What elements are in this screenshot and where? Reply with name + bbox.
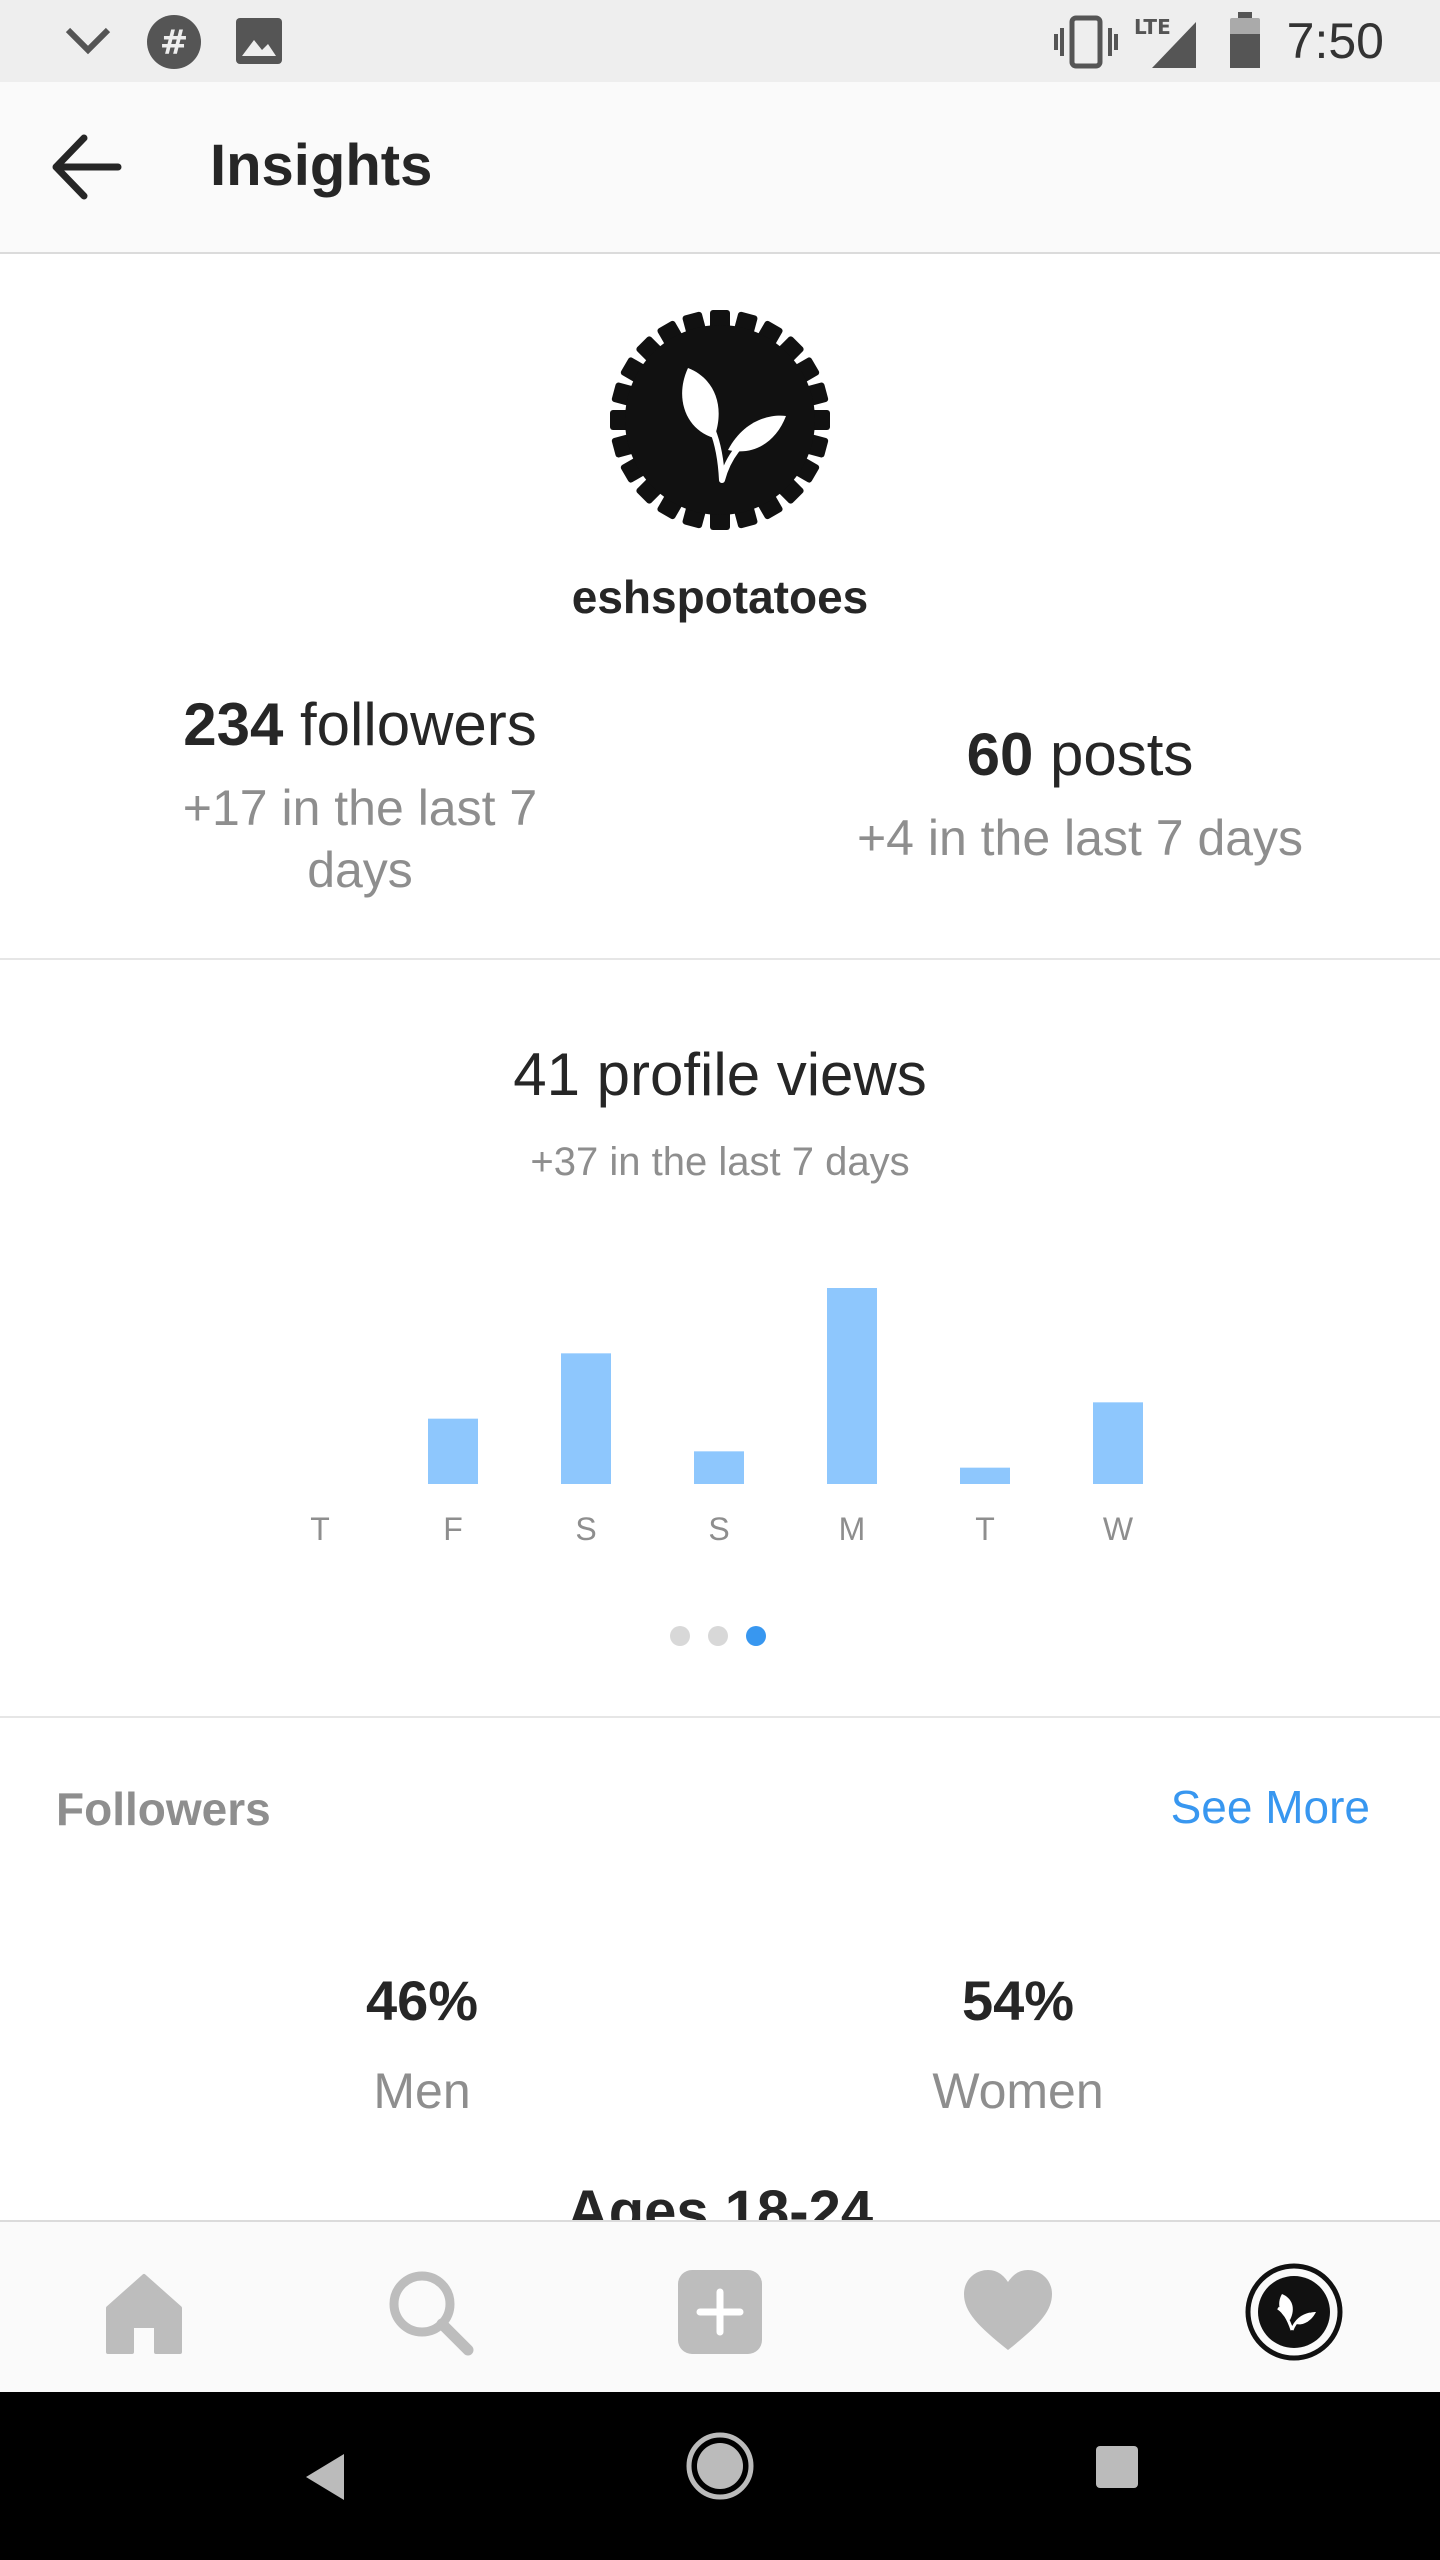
posts-count-line: 60 posts — [800, 720, 1360, 789]
image-icon — [234, 16, 284, 71]
add-post-icon[interactable] — [670, 2262, 770, 2362]
battery-icon — [1228, 12, 1262, 75]
chart-tick-label: S — [708, 1511, 729, 1547]
app-bar: Insights — [0, 82, 1440, 254]
home-nav-icon[interactable] — [684, 2430, 756, 2502]
recents-nav-icon[interactable] — [1094, 2444, 1140, 2490]
missed-call-icon — [60, 22, 116, 67]
pager-dot[interactable] — [708, 1626, 728, 1646]
back-nav-icon[interactable] — [296, 2442, 366, 2512]
chart-tick-label: F — [443, 1511, 463, 1547]
men-percent: 46% — [365, 1969, 479, 2032]
search-icon[interactable] — [380, 2262, 480, 2362]
chart-tick-label: M — [839, 1511, 866, 1547]
women-label: Women — [932, 2063, 1104, 2119]
chart-bar — [428, 1418, 478, 1484]
page-title: Insights — [210, 133, 433, 198]
followers-change: +17 in the last 7 days — [182, 780, 538, 898]
profile-views-change: +37 in the last 7 days — [530, 1140, 910, 1184]
profile-views-chart[interactable]: TFSSMTW — [280, 1240, 1180, 1580]
followers-heading: Followers — [56, 1783, 271, 1835]
profile-username: eshspotatoes — [571, 571, 869, 623]
followers-count: 234 — [183, 691, 284, 758]
posts-label: posts — [1050, 721, 1194, 788]
divider — [0, 1716, 1440, 1718]
profile-views-title: 41 profile views — [513, 1041, 927, 1108]
bottom-navigation — [0, 2220, 1440, 2394]
slack-icon: # — [146, 14, 202, 75]
svg-text:#: # — [160, 23, 189, 63]
status-bar: # LTE 7:50 — [0, 0, 1440, 82]
see-more-link[interactable]: See More — [1171, 1780, 1370, 1834]
chart-bar — [561, 1353, 611, 1484]
followers-stat: 234 followers +17 in the last 7 days — [120, 690, 600, 901]
followers-label: followers — [300, 691, 537, 758]
chart-bar — [827, 1288, 877, 1484]
home-icon[interactable] — [94, 2262, 194, 2362]
age-range-heading: Ages 18-24 — [566, 2179, 874, 2222]
chart-tick-label: S — [575, 1511, 596, 1547]
system-navigation-bar — [0, 2392, 1440, 2560]
divider — [0, 958, 1440, 960]
posts-stat: 60 posts +4 in the last 7 days — [800, 720, 1360, 869]
chart-tick-label: T — [310, 1511, 330, 1547]
followers-count-line: 234 followers — [120, 690, 600, 759]
status-time: 7:50 — [1286, 13, 1384, 69]
profile-avatar — [610, 310, 830, 530]
posts-change: +4 in the last 7 days — [856, 810, 1304, 866]
chart-bar — [694, 1451, 744, 1484]
back-arrow-icon[interactable] — [48, 132, 124, 202]
vibrate-icon — [1054, 14, 1118, 75]
pager-dot[interactable] — [746, 1626, 766, 1646]
profile-tab-avatar-icon[interactable] — [1244, 2262, 1344, 2362]
heart-icon[interactable] — [958, 2262, 1058, 2362]
posts-count: 60 — [966, 721, 1034, 788]
chart-bar — [960, 1467, 1010, 1484]
lte-signal-icon: LTE — [1134, 14, 1206, 75]
men-label: Men — [373, 2063, 471, 2119]
chart-bar — [1093, 1402, 1143, 1484]
svg-text:LTE: LTE — [1134, 15, 1171, 39]
chart-tick-label: W — [1103, 1511, 1134, 1547]
women-percent: 54% — [961, 1969, 1075, 2032]
pager-dot[interactable] — [670, 1626, 690, 1646]
chart-tick-label: T — [975, 1511, 995, 1547]
